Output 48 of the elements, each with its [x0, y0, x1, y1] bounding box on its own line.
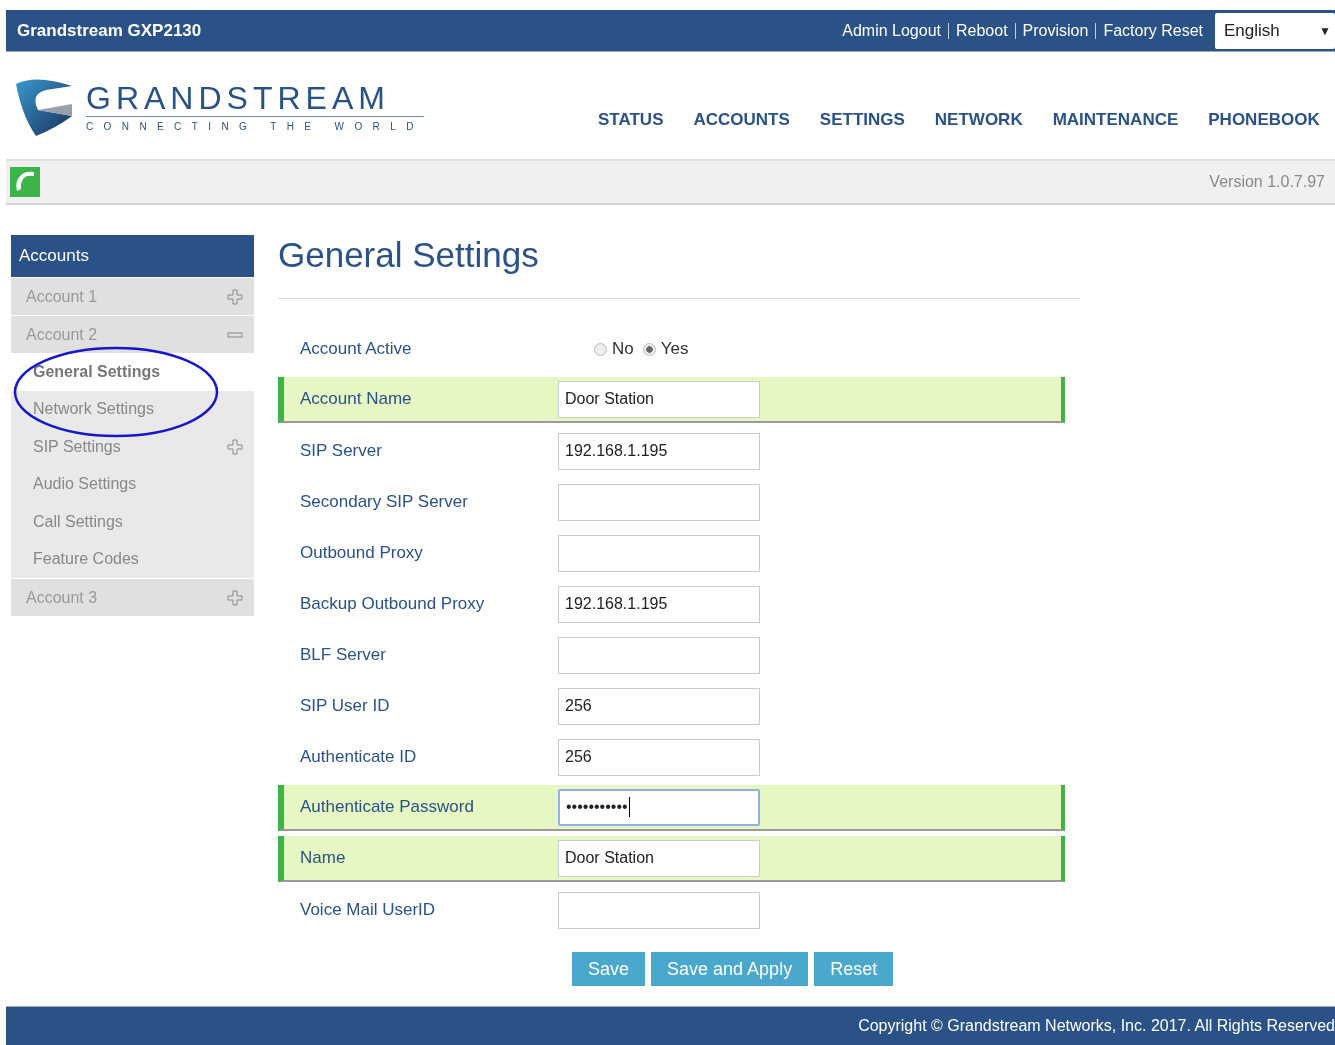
sidebar-header: Accounts — [11, 235, 254, 277]
version-text: Version 1.0.7.97 — [1209, 173, 1325, 191]
input-field[interactable] — [558, 636, 760, 674]
nav-tab[interactable]: PHONEBOOK — [1208, 109, 1320, 130]
field-label: SIP Server — [299, 441, 383, 461]
nav-tab[interactable]: MAINTENANCE — [1052, 109, 1179, 130]
radio-label: No — [612, 339, 634, 359]
nav-tab[interactable]: SETTINGS — [819, 109, 905, 130]
nav-tab[interactable]: ACCOUNTS — [693, 109, 790, 130]
field-label: Name — [299, 848, 347, 868]
field-label: Backup Outbound Proxy — [299, 594, 486, 614]
language-select[interactable]: English ▼ — [1215, 12, 1335, 49]
sidebar-item[interactable]: General Settings — [11, 353, 254, 391]
field-label: Authenticate Password — [299, 797, 475, 817]
input-field[interactable]: 192.168.1.195 — [558, 432, 760, 470]
field-label: SIP User ID — [299, 696, 391, 716]
input-field[interactable] — [558, 891, 760, 929]
input-field[interactable]: 256 — [558, 738, 760, 776]
input-field[interactable]: Door Station — [558, 380, 760, 418]
field-label: Account Active — [299, 339, 413, 359]
logo-wordmark: GRANDSTREAM — [86, 79, 424, 117]
product-title: Grandstream GXP2130 — [16, 20, 203, 41]
page-title: General Settings — [278, 235, 540, 275]
logo-tagline: CONNECTING THE WORLD — [86, 119, 424, 132]
input-field[interactable]: Door Station — [558, 839, 760, 877]
radio-label: Yes — [660, 339, 689, 359]
input-field[interactable]: 192.168.1.195 — [558, 585, 760, 623]
top-link[interactable]: Provision — [1022, 21, 1089, 40]
field-label: BLF Server — [299, 645, 387, 665]
nav-tab[interactable]: NETWORK — [934, 109, 1023, 130]
field-label: Secondary SIP Server — [299, 492, 469, 512]
phone-icon — [10, 167, 40, 197]
field-label: Outbound Proxy — [299, 543, 424, 563]
input-field[interactable]: 256 — [558, 687, 760, 725]
radio-button[interactable] — [642, 342, 656, 356]
copyright-text: Copyright © Grandstream Networks, Inc. 2017. All Rights Reserved — [858, 1017, 1335, 1035]
radio-button[interactable] — [594, 342, 607, 356]
top-link[interactable]: Factory Reset — [1103, 21, 1203, 40]
input-field[interactable] — [558, 534, 760, 572]
input-field[interactable]: ••••••••••• — [558, 788, 760, 826]
field-label: Account Name — [299, 389, 413, 409]
field-label: Voice Mail UserID — [299, 900, 437, 920]
field-label: Authenticate ID — [299, 747, 418, 767]
nav-tab[interactable]: STATUS — [598, 109, 664, 130]
top-link[interactable]: Admin Logout — [842, 21, 941, 40]
caret-icon: ▼ — [1319, 23, 1331, 38]
input-field[interactable] — [558, 483, 760, 521]
top-link[interactable]: Reboot — [956, 21, 1008, 40]
